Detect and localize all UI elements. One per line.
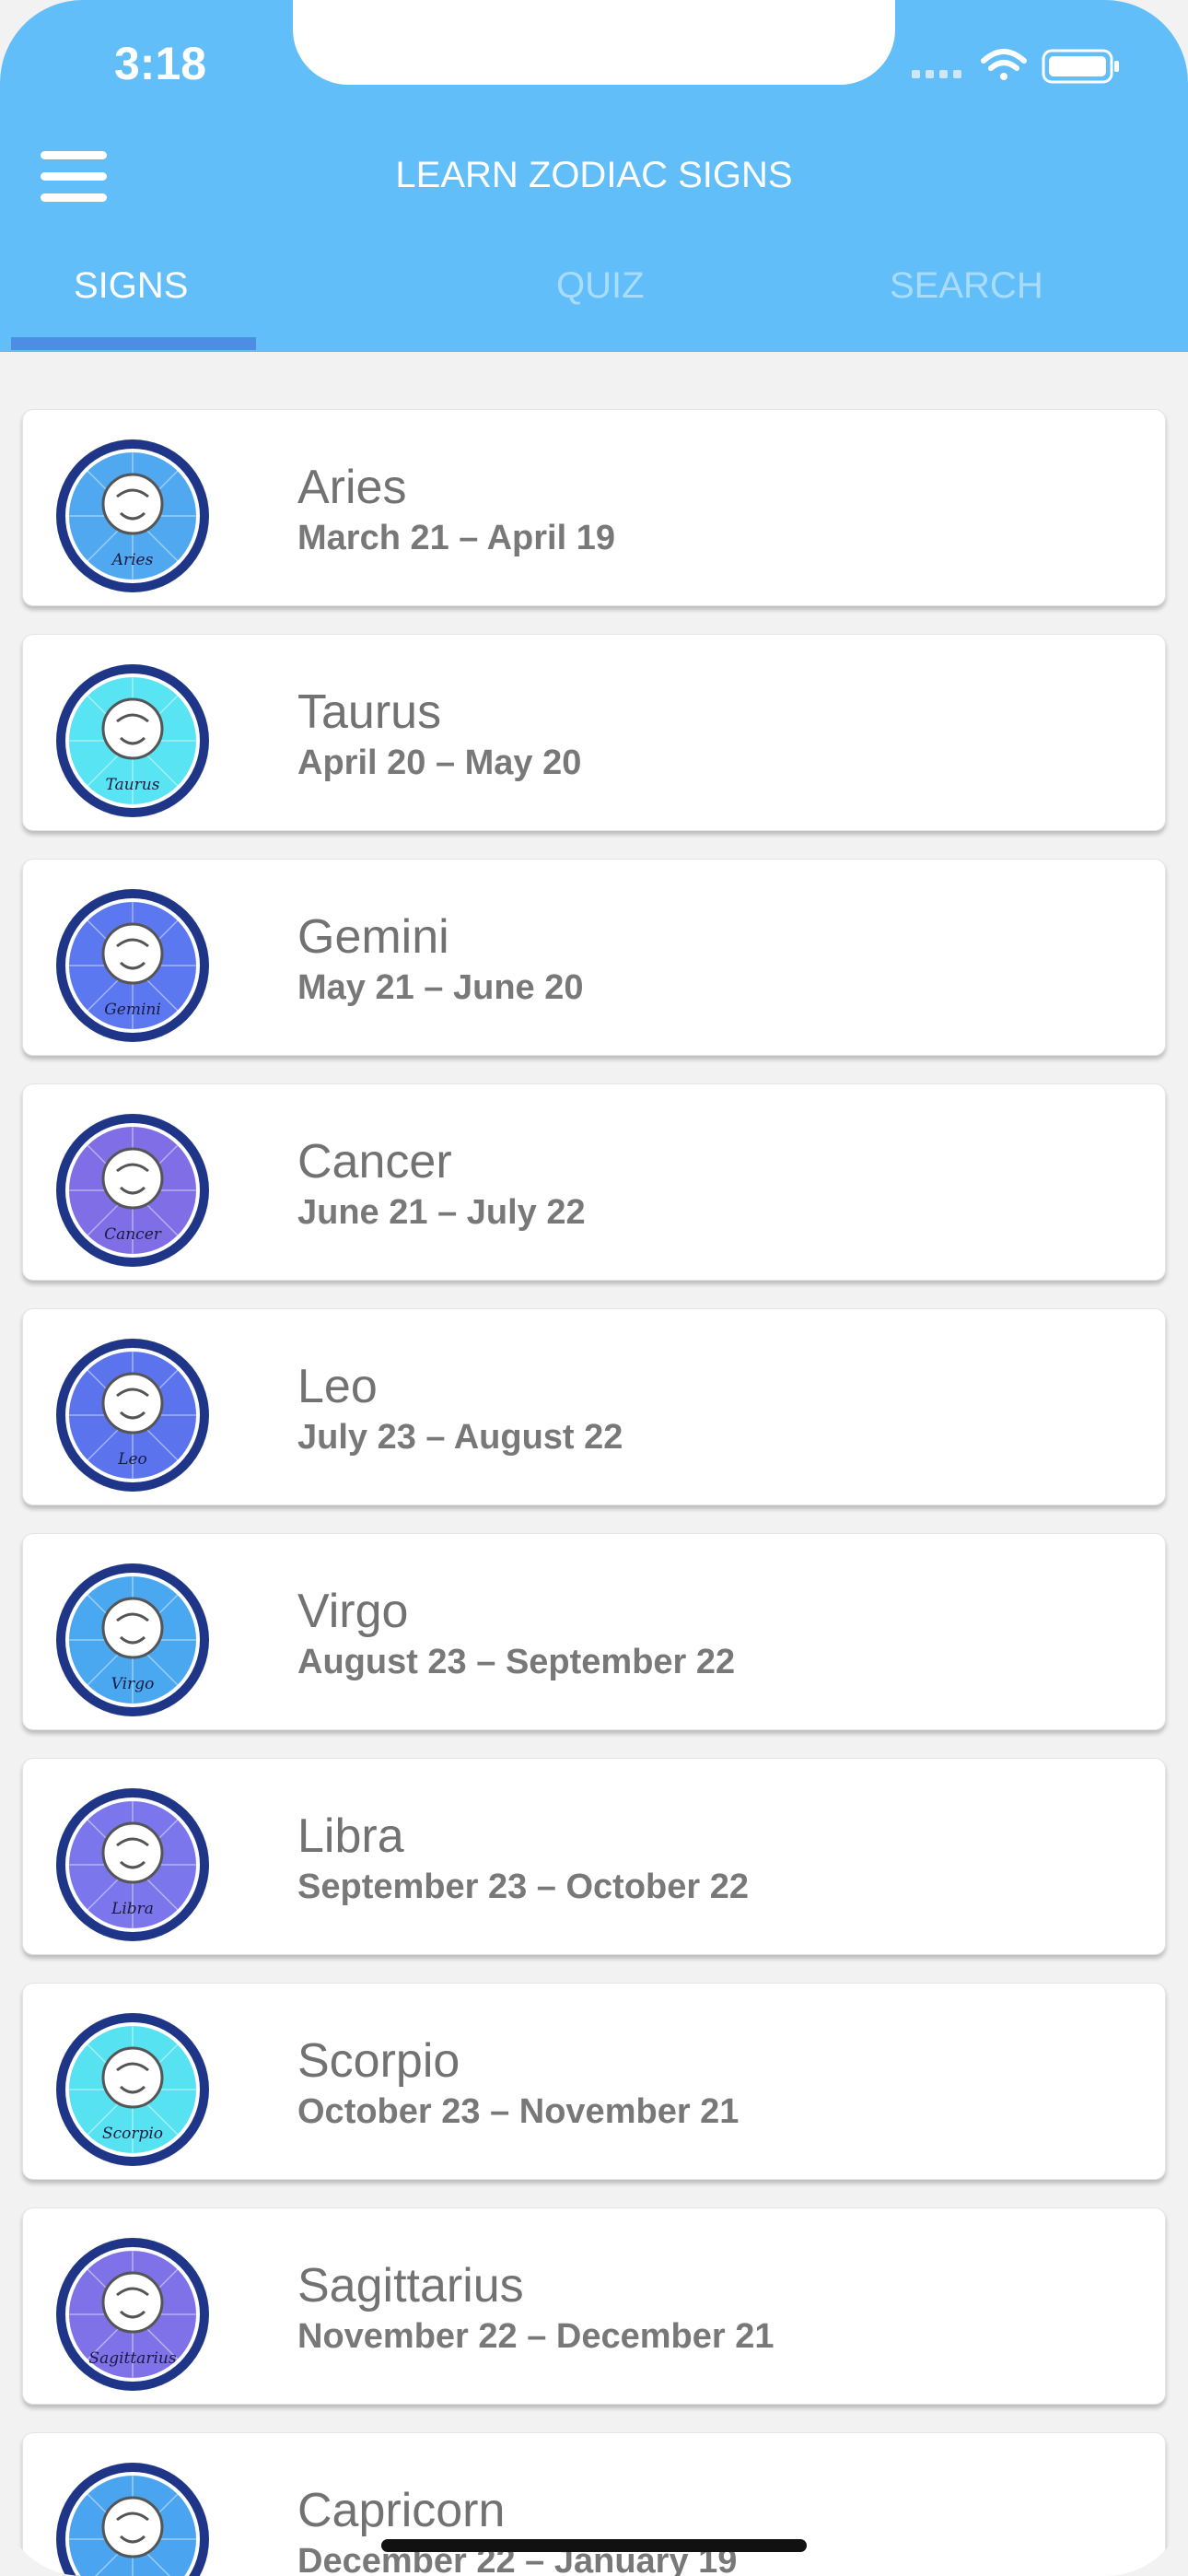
sign-card-gemini[interactable]: Gemini Gemini May 21 – June 20: [22, 859, 1166, 1056]
sign-card-capricorn[interactable]: CapricornCapricornDecember 22 – January …: [22, 2432, 1166, 2576]
page-title: LEARN ZODIAC SIGNS: [395, 155, 793, 195]
sign-name: Libra: [297, 1809, 404, 1863]
sign-name: Sagittarius: [297, 2259, 524, 2313]
zodiac-sign-list: Aries Aries March 21 – April 19 Taurus Tauru…: [22, 409, 1166, 2576]
sign-name: Aries: [297, 461, 407, 514]
goat-icon: Capricorn: [56, 2463, 209, 2576]
home-indicator: [381, 2539, 807, 2552]
sign-symbol-label: Libra: [111, 1900, 154, 1918]
sign-symbol-label: Cancer: [104, 1225, 162, 1244]
sign-dates: April 20 – May 20: [297, 744, 582, 782]
sign-dates: November 22 – December 21: [297, 2317, 775, 2356]
wifi-icon: [981, 49, 1027, 80]
sign-name: Capricorn: [297, 2484, 506, 2537]
sign-dates: June 21 – July 22: [297, 1193, 586, 1232]
sign-name: Leo: [297, 1360, 378, 1413]
status-icons: [912, 49, 1119, 84]
sign-card-sagittarius[interactable]: Sagittarius Sagittarius November 22 – Dece…: [22, 2207, 1166, 2405]
sign-symbol-label: Aries: [111, 551, 154, 569]
archer-icon: Sagittarius: [56, 2238, 209, 2391]
sign-card-virgo[interactable]: Virgo Virgo August 23 – September 22: [22, 1533, 1166, 1730]
sign-symbol-label: Sagittarius: [88, 2349, 176, 2368]
scorpion-icon: Scorpio: [56, 2013, 209, 2166]
app-header: 3:18 LEARN ZODIAC SIGNS SIGNS QUIZ SEARC…: [0, 0, 1188, 352]
battery-icon: [1042, 49, 1119, 84]
signal-icon: [912, 70, 961, 78]
lion-icon: Leo: [56, 1339, 209, 1492]
sign-name: Scorpio: [297, 2034, 460, 2088]
active-tab-indicator: [11, 337, 256, 350]
status-time: 3:18: [114, 38, 207, 89]
crab-icon: Cancer: [56, 1114, 209, 1267]
sign-symbol-label: Virgo: [111, 1675, 155, 1693]
sign-dates: May 21 – June 20: [297, 968, 584, 1007]
twins-icon: Gemini: [56, 889, 209, 1042]
sign-dates: September 23 – October 22: [297, 1868, 749, 1906]
sign-card-aries[interactable]: Aries Aries March 21 – April 19: [22, 409, 1166, 606]
tab-search[interactable]: SEARCH: [890, 265, 1043, 307]
sign-dates: August 23 – September 22: [297, 1643, 736, 1681]
sign-symbol-label: Scorpio: [102, 2125, 163, 2143]
device-notch: [293, 0, 895, 85]
tab-signs[interactable]: SIGNS: [74, 265, 188, 307]
tab-quiz[interactable]: QUIZ: [556, 265, 645, 307]
scales-icon: Libra: [56, 1788, 209, 1941]
sign-dates: March 21 – April 19: [297, 519, 615, 557]
sign-name: Gemini: [297, 910, 449, 964]
sign-dates: July 23 – August 22: [297, 1418, 623, 1457]
sign-card-leo[interactable]: Leo Leo July 23 – August 22: [22, 1308, 1166, 1505]
sign-symbol-label: Leo: [117, 1450, 147, 1469]
app-screen: 3:18 LEARN ZODIAC SIGNS SIGNS QUIZ SEARC…: [0, 0, 1188, 2576]
sign-symbol-label: Gemini: [104, 1001, 161, 1019]
sign-name: Taurus: [297, 685, 442, 739]
sign-card-taurus[interactable]: Taurus Taurus April 20 – May 20: [22, 634, 1166, 831]
sign-dates: October 23 – November 21: [297, 2092, 740, 2131]
bull-icon: Taurus: [56, 664, 209, 817]
sign-card-cancer[interactable]: Cancer Cancer June 21 – July 22: [22, 1083, 1166, 1281]
sign-card-libra[interactable]: Libra Libra September 23 – October 22: [22, 1758, 1166, 1955]
sign-card-scorpio[interactable]: Scorpio Scorpio October 23 – November 21: [22, 1983, 1166, 2180]
ram-icon: Aries: [56, 439, 209, 592]
sign-symbol-label: Taurus: [106, 776, 160, 794]
sign-name: Virgo: [297, 1585, 409, 1638]
sign-name: Cancer: [297, 1135, 452, 1188]
maiden-icon: Virgo: [56, 1563, 209, 1716]
